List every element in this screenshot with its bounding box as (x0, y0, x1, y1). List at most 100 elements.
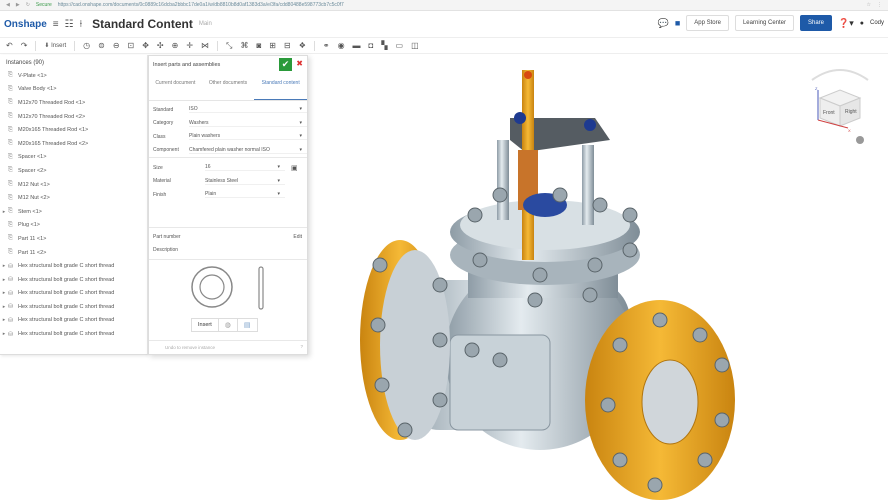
delete-icon[interactable]: ▤ (238, 319, 257, 331)
bolt[interactable] (492, 352, 508, 368)
mate-connector-icon[interactable]: ⌘ (240, 41, 248, 50)
user-menu[interactable]: Cody (870, 20, 884, 26)
group-icon[interactable]: ◙ (256, 41, 261, 50)
bolt[interactable] (622, 242, 638, 258)
bolt[interactable] (612, 452, 628, 468)
instance-item[interactable]: ▸ ⛁ Hex structural bolt grade C short thre… (0, 314, 147, 328)
url-input[interactable]: https://cad.onshape.com/documents/0c0889… (58, 2, 861, 8)
learning-center-button[interactable]: Learning Center (734, 15, 794, 31)
menu-icon[interactable]: ⋮ (877, 2, 888, 8)
bolt[interactable] (697, 452, 713, 468)
instance-item[interactable]: ▸ ⛁ Hex structural bolt grade C short thre… (0, 327, 147, 341)
instance-item[interactable]: ⎘ M20x165 Threaded Rod <2> (0, 137, 147, 151)
expand-caret-icon[interactable]: ▸ (0, 317, 8, 323)
bolt[interactable] (492, 187, 508, 203)
standard-select[interactable]: ISO ▾ (189, 106, 307, 114)
link-icon[interactable]: ⚭ (323, 41, 330, 50)
bolt[interactable] (397, 422, 413, 438)
planar-mate-icon[interactable]: ✥ (142, 41, 149, 50)
instance-item[interactable]: ⎘ M12x70 Threaded Rod <1> (0, 96, 147, 110)
expand-caret-icon[interactable]: ▸ (0, 277, 8, 283)
instance-item[interactable]: ⎘ M20x165 Threaded Rod <1> (0, 123, 147, 137)
slider-mate-icon[interactable]: ⊡ (128, 41, 135, 50)
revolute-mate-icon[interactable]: ⊖ (113, 41, 120, 50)
bolt[interactable] (587, 257, 603, 273)
bolt[interactable] (582, 287, 598, 303)
render-mode-icon[interactable] (856, 136, 864, 144)
help-icon[interactable]: ? (300, 344, 303, 349)
bolt[interactable] (432, 332, 448, 348)
section-view-icon[interactable]: ◘ (369, 41, 374, 50)
share-button[interactable]: Share (800, 15, 833, 31)
tab-current-document[interactable]: Current document (149, 74, 202, 100)
bolt[interactable] (370, 317, 386, 333)
undo-icon[interactable]: ↶ (6, 41, 13, 50)
bolt[interactable] (372, 257, 388, 273)
instance-item[interactable]: ⎘ V-Plate <1> (0, 69, 147, 83)
edit-button[interactable]: Edit (293, 234, 307, 240)
bolt[interactable] (432, 277, 448, 293)
redo-icon[interactable]: ↷ (21, 41, 28, 50)
avatar[interactable]: ● (860, 20, 864, 27)
close-icon[interactable]: ✖ (296, 59, 303, 68)
feature-list-icon[interactable]: ☷ (65, 19, 74, 30)
comments-icon[interactable]: 💬 (658, 18, 669, 29)
clock-icon[interactable]: ◷ (83, 41, 90, 50)
appearance-icon[interactable]: ◫ (411, 41, 419, 50)
cylindrical-mate-icon[interactable]: ✣ (157, 41, 164, 50)
forward-icon[interactable]: ▶ (16, 2, 20, 8)
app-store-button[interactable]: App Store (686, 15, 729, 31)
instance-item[interactable]: ⎘ Spacer <2> (0, 164, 147, 178)
bolt[interactable] (622, 207, 638, 223)
bolt[interactable] (374, 377, 390, 393)
expand-caret-icon[interactable]: ▸ (0, 290, 8, 296)
expand-caret-icon[interactable]: ▸ (0, 209, 8, 215)
versions-icon[interactable]: ⍿ (80, 19, 83, 30)
category-select[interactable]: Washers ▾ (189, 120, 307, 127)
tab-other-documents[interactable]: Other documents (202, 74, 255, 100)
bolt[interactable] (692, 327, 708, 343)
bolt[interactable] (432, 392, 448, 408)
relation-icon[interactable]: ⊞ (269, 41, 276, 50)
bolt[interactable] (532, 267, 548, 283)
bolt[interactable] (647, 477, 663, 493)
bolt[interactable] (612, 337, 628, 353)
reload-icon[interactable]: ↻ (26, 2, 30, 8)
class-select[interactable]: Plain washers ▾ (189, 133, 307, 141)
size-select[interactable]: 16 ▾ (205, 164, 285, 172)
instance-item[interactable]: ▸ ⎘ Stem <1> (0, 205, 147, 219)
pin-slot-mate-icon[interactable]: ⊕ (172, 41, 179, 50)
instance-item[interactable]: ▸ ⛁ Hex structural bolt grade C short thre… (0, 273, 147, 287)
expand-caret-icon[interactable]: ▸ (0, 304, 8, 310)
bolt[interactable] (472, 252, 488, 268)
finish-select[interactable]: Plain ▾ (205, 191, 285, 199)
view-cube[interactable]: Front Right Z X (800, 60, 870, 152)
instance-item[interactable]: ▸ ⛁ Hex structural bolt grade C short thre… (0, 287, 147, 301)
tangent-mate-icon[interactable]: ⤡ (226, 41, 232, 51)
expand-caret-icon[interactable]: ▸ (0, 331, 8, 337)
ball-mate-icon[interactable]: ✛ (186, 41, 193, 50)
star-icon[interactable]: ☆ (867, 2, 871, 8)
instance-item[interactable]: ⎘ Part 11 <1> (0, 232, 147, 246)
configure-icon[interactable]: ◍ (219, 319, 238, 331)
bolt[interactable] (652, 312, 668, 328)
insert-part-button[interactable]: Insert (192, 319, 219, 331)
insert-button[interactable]: ⬇ Insert (44, 42, 66, 49)
replicate-icon[interactable]: ⊟ (284, 41, 291, 50)
tab-standard-content[interactable]: Standard content (254, 74, 308, 100)
confirm-button[interactable]: ✔ (279, 58, 292, 71)
fastened-mate-icon[interactable]: ⊜ (98, 41, 105, 50)
bolt[interactable] (467, 207, 483, 223)
onshape-logo[interactable]: Onshape (4, 19, 47, 30)
instance-item[interactable]: ⎘ M12 Nut <2> (0, 191, 147, 205)
instance-item[interactable]: ⎘ M12x70 Threaded Rod <2> (0, 110, 147, 124)
calendar-icon[interactable]: ▣ (291, 164, 298, 172)
bom-icon[interactable]: ▭ (396, 41, 404, 50)
explode-icon[interactable]: ◉ (338, 41, 345, 50)
back-icon[interactable]: ◀ (6, 2, 10, 8)
material-select[interactable]: Stainless Steel ▾ (205, 178, 285, 185)
instance-item[interactable]: ⎘ Valve Body <1> (0, 83, 147, 97)
bolt[interactable] (552, 187, 568, 203)
measure-icon[interactable]: ▬ (353, 41, 361, 50)
expand-caret-icon[interactable]: ▸ (0, 263, 8, 269)
